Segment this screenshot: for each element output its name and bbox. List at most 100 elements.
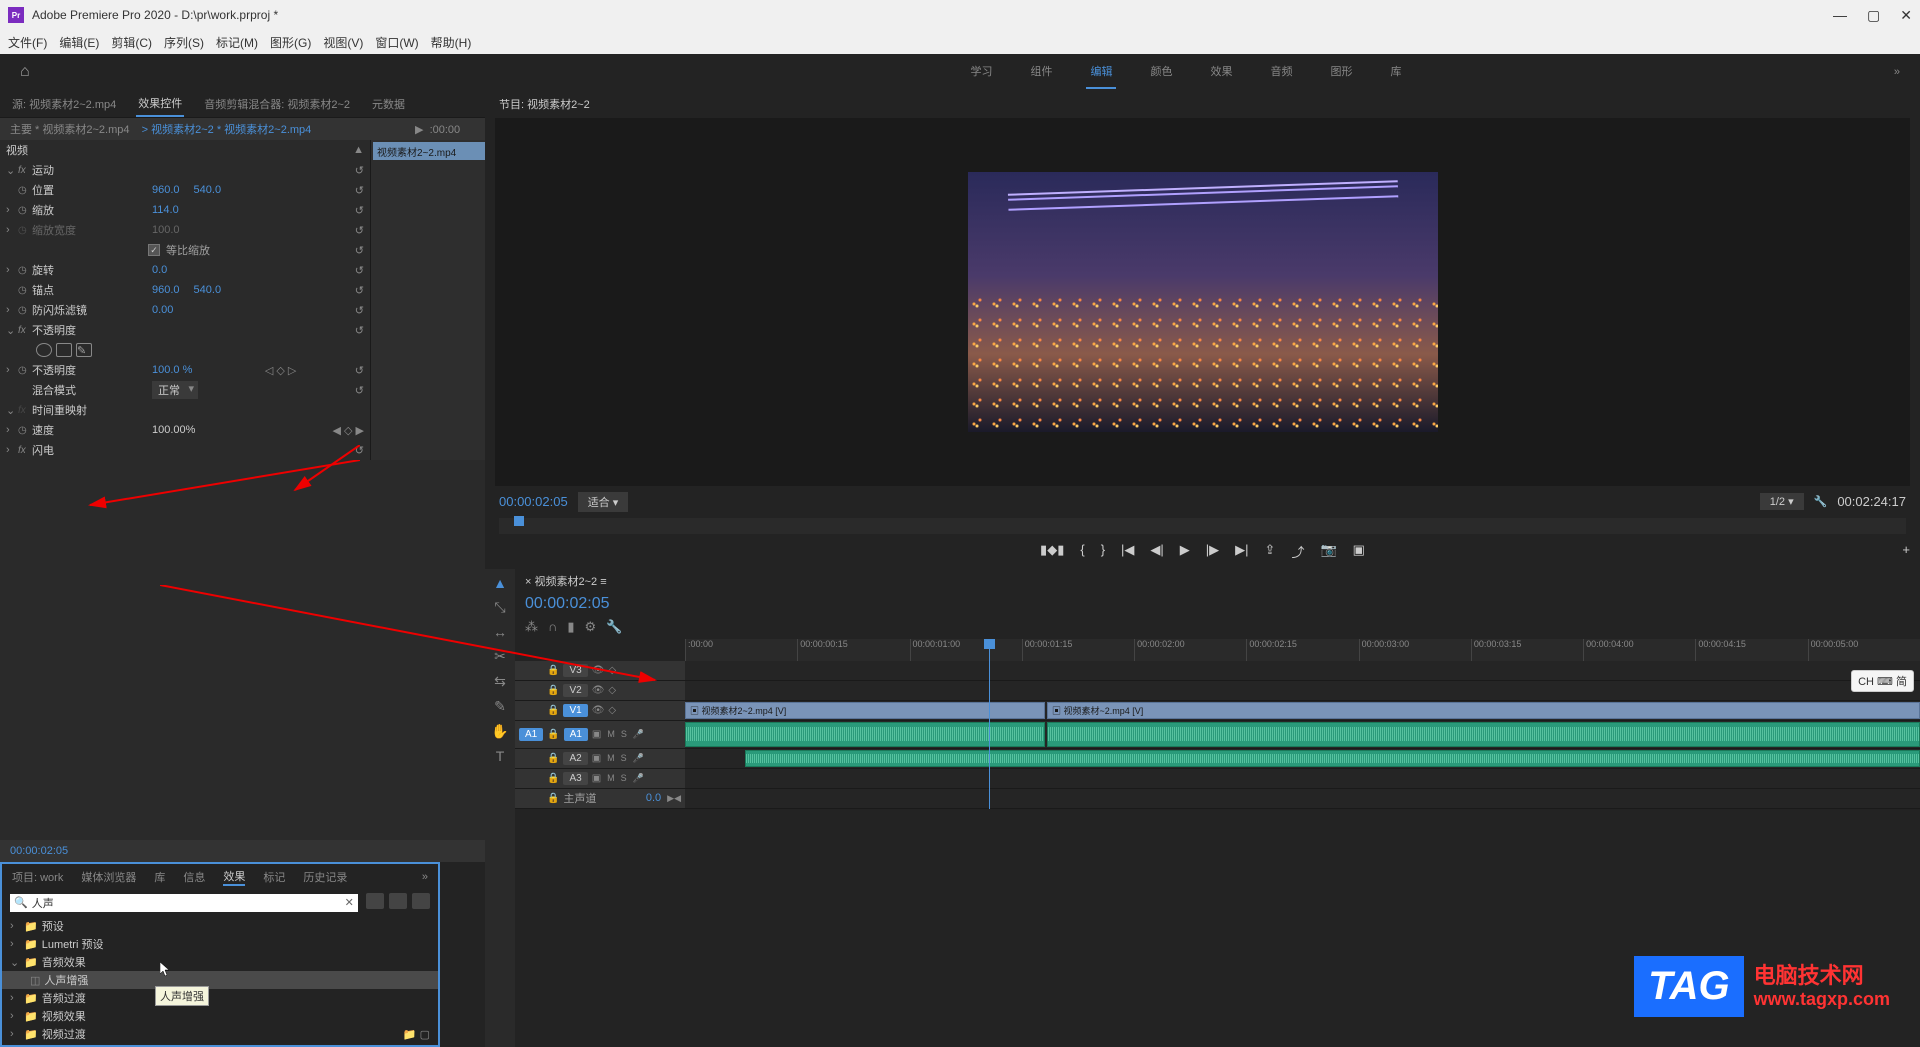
rotation-value[interactable]: 0.0 [152, 264, 167, 276]
ripple-tool-icon[interactable]: ↔ [493, 624, 507, 640]
wrench-icon[interactable]: 🔧 [1814, 495, 1828, 508]
solo-button[interactable]: S [621, 773, 627, 783]
voice-icon[interactable]: 🎤 [633, 729, 644, 740]
minimize-button[interactable]: — [1833, 7, 1847, 24]
solo-button[interactable]: S [621, 753, 627, 763]
tab-audio-mixer[interactable]: 音频剪辑混合器: 视频素材2~2 [202, 92, 352, 116]
workspace-overflow-icon[interactable]: » [1894, 66, 1900, 78]
mask-ellipse-icon[interactable] [36, 343, 52, 357]
ec-timecode[interactable]: 00:00:02:05 [10, 845, 68, 857]
track-v1[interactable]: V1 [563, 704, 587, 717]
track-a1[interactable]: A1 [564, 728, 588, 741]
reset-icon[interactable]: ↺ [355, 444, 364, 457]
source-a1[interactable]: A1 [519, 728, 543, 741]
sequence-name[interactable]: 视频素材2~2 [534, 576, 597, 588]
menu-clip[interactable]: 剪辑(C) [111, 34, 152, 51]
fx-lightning[interactable]: 闪电 [32, 442, 152, 458]
go-to-out-icon[interactable]: ▶| [1235, 542, 1248, 561]
lift-icon[interactable]: ⇪ [1265, 542, 1276, 561]
selection-tool-icon[interactable]: ▲ [493, 575, 507, 591]
tab-project[interactable]: 项目: work [12, 869, 63, 885]
timeline-playhead[interactable] [989, 639, 990, 809]
fit-dropdown[interactable]: 适合 ▾ [578, 492, 629, 512]
mask-rect-icon[interactable] [56, 343, 72, 357]
linked-selection-icon[interactable]: ∩ [548, 619, 557, 635]
mute-button[interactable]: M [607, 753, 615, 763]
slip-tool-icon[interactable]: ⇆ [494, 673, 506, 690]
clear-search-icon[interactable]: ✕ [345, 896, 354, 909]
button-editor-icon[interactable]: + [1902, 542, 1910, 557]
fx-badge-icon[interactable] [366, 893, 384, 909]
ec-mini-timeline[interactable]: 视频素材2~2.mp4 [370, 140, 485, 460]
timeline-ruler[interactable]: :00:0000:00:00:1500:00:01:0000:00:01:150… [685, 639, 1920, 661]
mute-button[interactable]: M [607, 773, 615, 783]
reset-icon[interactable]: ↺ [355, 224, 364, 237]
extract-icon[interactable]: ⤴ [1291, 542, 1304, 561]
ime-indicator[interactable]: CH ⌨ 简 [1851, 670, 1914, 692]
fx-time-remap[interactable]: 时间重映射 [32, 402, 152, 418]
reset-icon[interactable]: ↺ [355, 384, 364, 397]
tab-history[interactable]: 历史记录 [303, 869, 347, 885]
effects-search-input[interactable] [32, 897, 345, 909]
fx-badge-icon[interactable] [412, 893, 430, 909]
type-tool-icon[interactable]: T [496, 748, 505, 764]
workspace-editing[interactable]: 编辑 [1086, 55, 1116, 89]
master-track[interactable]: 主声道 [563, 790, 596, 806]
reset-icon[interactable]: ↺ [355, 324, 364, 337]
menu-help[interactable]: 帮助(H) [431, 34, 472, 51]
audio-clip[interactable] [685, 722, 1045, 747]
solo-button[interactable]: S [621, 729, 627, 739]
antiflicker-value[interactable]: 0.00 [152, 304, 173, 316]
reset-icon[interactable]: ↺ [355, 304, 364, 317]
track-v2[interactable]: V2 [563, 684, 587, 697]
step-back-icon[interactable]: ◀| [1150, 542, 1163, 561]
eye-icon[interactable]: 👁 [592, 705, 605, 716]
tabs-overflow-icon[interactable]: » [422, 871, 428, 883]
workspace-graphics[interactable]: 图形 [1326, 55, 1356, 89]
comparison-icon[interactable]: ▣ [1353, 542, 1365, 561]
fx-folder-audio-effects[interactable]: ⌄📁音频效果 [2, 953, 438, 971]
audio-clip[interactable] [1047, 722, 1920, 747]
track-a3[interactable]: A3 [563, 772, 587, 785]
mask-pen-icon[interactable]: ✎ [76, 343, 92, 357]
fx-item-voice-enhance[interactable]: ◫人声增强 [2, 971, 438, 989]
hand-tool-icon[interactable]: ✋ [491, 723, 508, 740]
menu-file[interactable]: 文件(F) [8, 34, 47, 51]
menu-view[interactable]: 视图(V) [323, 34, 363, 51]
mark-out-icon[interactable]: } [1101, 542, 1105, 561]
reset-icon[interactable]: ↺ [355, 284, 364, 297]
master-level[interactable]: 0.0 [646, 792, 661, 804]
menu-edit[interactable]: 编辑(E) [59, 34, 99, 51]
tab-effects[interactable]: 效果 [223, 868, 245, 886]
reset-icon[interactable]: ↺ [355, 264, 364, 277]
track-select-tool-icon[interactable]: ⤡ [494, 599, 505, 616]
fx-folder-presets[interactable]: ›📁预设 [2, 917, 438, 935]
lock-icon[interactable]: 🔒 [547, 705, 559, 716]
scale-value[interactable]: 114.0 [152, 204, 179, 216]
marker-icon[interactable]: ▮ [567, 619, 574, 635]
fx-folder-audio-transitions[interactable]: ›📁音频过渡 [2, 989, 438, 1007]
playhead-icon[interactable] [514, 516, 524, 526]
reset-icon[interactable]: ↺ [355, 164, 364, 177]
timeline-timecode[interactable]: 00:00:02:05 [515, 593, 1920, 615]
reset-icon[interactable]: ↺ [355, 204, 364, 217]
menu-graphics[interactable]: 图形(G) [270, 34, 311, 51]
reset-icon[interactable]: ↺ [355, 364, 364, 377]
workspace-audio[interactable]: 音频 [1266, 55, 1296, 89]
lock-icon[interactable]: 🔒 [547, 753, 559, 764]
step-forward-icon[interactable]: |▶ [1206, 542, 1219, 561]
tab-info[interactable]: 信息 [183, 869, 205, 885]
uniform-scale-checkbox[interactable]: ✓ [148, 244, 160, 256]
reset-icon[interactable]: ↺ [355, 244, 364, 257]
program-scrubber[interactable] [499, 518, 1906, 534]
maximize-button[interactable]: ▢ [1867, 7, 1880, 24]
workspace-learn[interactable]: 学习 [966, 55, 996, 89]
snap-icon[interactable]: ⁂ [525, 619, 538, 635]
speed-value[interactable]: 100.00% [152, 424, 195, 436]
eye-icon[interactable]: 👁 [592, 685, 605, 696]
workspace-color[interactable]: 颜色 [1146, 55, 1176, 89]
fx-badge-icon[interactable] [389, 893, 407, 909]
play-icon[interactable]: ▶ [1180, 542, 1190, 561]
workspace-effects[interactable]: 效果 [1206, 55, 1236, 89]
video-clip[interactable]: ▣ 视频素材~2.mp4 [V] [1047, 702, 1920, 719]
